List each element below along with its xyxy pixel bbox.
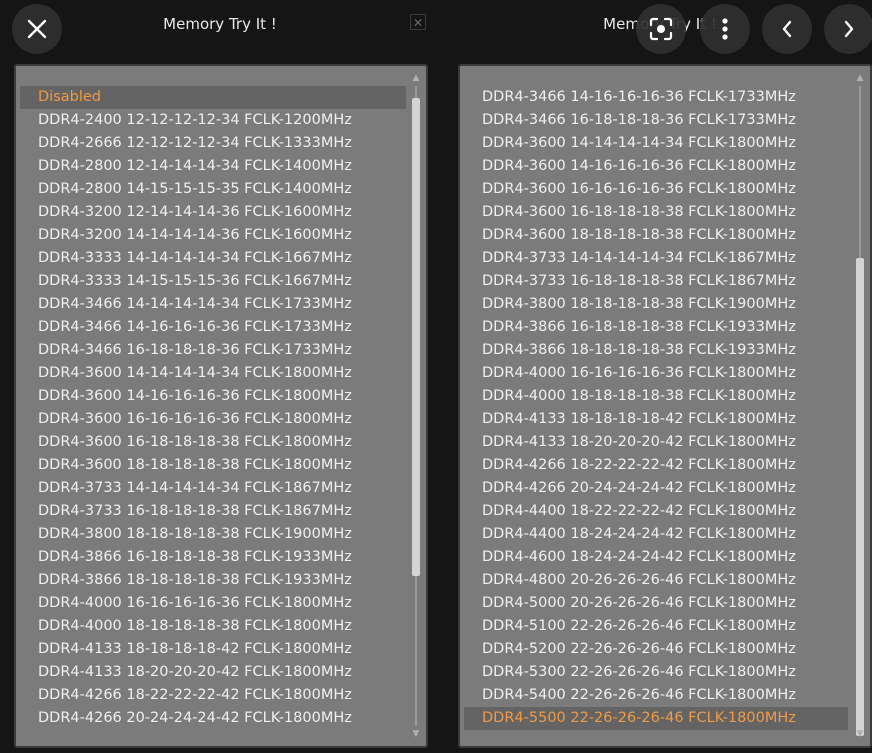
memory-profile-option[interactable]: DDR4-4266 20-24-24-24-42 FCLK-1800MHz — [20, 707, 406, 730]
right-memory-list-panel: DDR4-3466 14-16-16-16-36 FCLK-1733MHz DDR… — [458, 64, 872, 748]
memory-profile-option[interactable]: DDR4-3733 16-18-18-18-38 FCLK-1867MHz — [464, 270, 848, 293]
memory-profile-option[interactable]: DDR4-3333 14-14-14-14-34 FCLK-1667MHz — [20, 247, 406, 270]
memory-profile-option[interactable]: DDR4-3733 14-14-14-14-34 FCLK-1867MHz — [464, 247, 848, 270]
memory-profile-option[interactable]: DDR4-5500 22-26-26-26-46 FCLK-1800MHz — [464, 707, 848, 730]
more-options-button[interactable] — [700, 4, 750, 54]
more-vertical-icon — [722, 18, 728, 40]
memory-profile-option[interactable]: DDR4-3466 14-14-14-14-34 FCLK-1733MHz — [20, 293, 406, 316]
memory-profile-option[interactable]: DDR4-5100 22-26-26-26-46 FCLK-1800MHz — [464, 615, 848, 638]
memory-profile-option[interactable]: DDR4-4266 20-24-24-24-42 FCLK-1800MHz — [464, 477, 848, 500]
memory-profile-option[interactable]: DDR4-3600 16-16-16-16-36 FCLK-1800MHz — [20, 408, 406, 431]
lens-icon — [649, 17, 673, 41]
memory-profile-option[interactable]: DDR4-3600 14-16-16-16-36 FCLK-1800MHz — [20, 385, 406, 408]
memory-profile-option[interactable]: DDR4-3333 14-15-15-15-36 FCLK-1667MHz — [20, 270, 406, 293]
left-dialog-title: Memory Try It ! — [163, 15, 277, 33]
chevron-left-icon — [782, 20, 792, 38]
memory-profile-option[interactable]: DDR4-5200 22-26-26-26-46 FCLK-1800MHz — [464, 638, 848, 661]
memory-profile-option[interactable]: DDR4-3466 14-16-16-16-36 FCLK-1733MHz — [464, 86, 848, 109]
close-button[interactable] — [12, 4, 62, 54]
left-scrollbar[interactable]: ▲ ▼ — [410, 72, 422, 740]
memory-profile-option[interactable]: DDR4-2400 12-12-12-12-34 FCLK-1200MHz — [20, 109, 406, 132]
memory-profile-option[interactable]: DDR4-3866 16-18-18-18-38 FCLK-1933MHz — [464, 316, 848, 339]
close-icon — [27, 19, 47, 39]
memory-profile-option[interactable]: DDR4-4600 18-24-24-24-42 FCLK-1800MHz — [464, 546, 848, 569]
memory-profile-option[interactable]: DDR4-5000 20-26-26-26-46 FCLK-1800MHz — [464, 592, 848, 615]
scroll-up-arrow-icon[interactable]: ▲ — [410, 72, 422, 84]
memory-profile-option[interactable]: DDR4-3733 16-18-18-18-38 FCLK-1867MHz — [20, 500, 406, 523]
memory-profile-option[interactable]: DDR4-4266 18-22-22-22-42 FCLK-1800MHz — [464, 454, 848, 477]
memory-profile-option[interactable]: DDR4-3600 14-14-14-14-34 FCLK-1800MHz — [20, 362, 406, 385]
memory-profile-option[interactable]: DDR4-4000 16-16-16-16-36 FCLK-1800MHz — [464, 362, 848, 385]
memory-profile-option[interactable]: DDR4-4133 18-18-18-18-42 FCLK-1800MHz — [464, 408, 848, 431]
memory-profile-option[interactable]: DDR4-4133 18-20-20-20-42 FCLK-1800MHz — [464, 431, 848, 454]
memory-profile-option[interactable]: DDR4-4000 18-18-18-18-38 FCLK-1800MHz — [464, 385, 848, 408]
memory-profile-option[interactable]: DDR4-2800 12-14-14-14-34 FCLK-1400MHz — [20, 155, 406, 178]
scroll-down-arrow-icon[interactable]: ▼ — [410, 728, 422, 740]
previous-button[interactable] — [762, 4, 812, 54]
scrollbar-thumb[interactable] — [856, 258, 864, 736]
memory-profile-option[interactable]: DDR4-3800 18-18-18-18-38 FCLK-1900MHz — [20, 523, 406, 546]
memory-profile-option[interactable]: DDR4-3733 14-14-14-14-34 FCLK-1867MHz — [20, 477, 406, 500]
memory-profile-option[interactable]: DDR4-3466 16-18-18-18-36 FCLK-1733MHz — [464, 109, 848, 132]
memory-profile-option[interactable]: DDR4-4800 20-26-26-26-46 FCLK-1800MHz — [464, 569, 848, 592]
left-dialog-close-button[interactable]: ✕ — [410, 14, 426, 30]
memory-profile-option[interactable]: DDR4-3866 18-18-18-18-38 FCLK-1933MHz — [464, 339, 848, 362]
right-memory-list: DDR4-3466 14-16-16-16-36 FCLK-1733MHz DDR… — [464, 86, 848, 730]
lens-button[interactable] — [636, 4, 686, 54]
memory-profile-option[interactable]: DDR4-4266 18-22-22-22-42 FCLK-1800MHz — [20, 684, 406, 707]
memory-profile-option[interactable]: DDR4-4000 16-16-16-16-36 FCLK-1800MHz — [20, 592, 406, 615]
memory-profile-option[interactable]: DDR4-3600 14-16-16-16-36 FCLK-1800MHz — [464, 155, 848, 178]
scroll-down-arrow-icon[interactable]: ▼ — [854, 728, 866, 740]
memory-profile-option[interactable]: DDR4-3600 18-18-18-18-38 FCLK-1800MHz — [20, 454, 406, 477]
memory-profile-option[interactable]: DDR4-3600 16-16-16-16-36 FCLK-1800MHz — [464, 178, 848, 201]
scrollbar-thumb[interactable] — [412, 98, 420, 576]
left-memory-list-panel: Disabled DDR4-2400 12-12-12-12-34 FCLK-12… — [14, 64, 428, 748]
memory-profile-option[interactable]: DDR4-4400 18-22-22-22-42 FCLK-1800MHz — [464, 500, 848, 523]
memory-profile-option[interactable]: DDR4-3200 14-14-14-14-36 FCLK-1600MHz — [20, 224, 406, 247]
memory-profile-option[interactable]: DDR4-3800 18-18-18-18-38 FCLK-1900MHz — [464, 293, 848, 316]
right-scrollbar[interactable]: ▲ ▼ — [854, 72, 866, 740]
memory-profile-option[interactable]: DDR4-2666 12-12-12-12-34 FCLK-1333MHz — [20, 132, 406, 155]
memory-profile-option[interactable]: DDR4-3466 16-18-18-18-36 FCLK-1733MHz — [20, 339, 406, 362]
memory-profile-option[interactable]: DDR4-4000 18-18-18-18-38 FCLK-1800MHz — [20, 615, 406, 638]
memory-profile-option[interactable]: DDR4-3466 14-16-16-16-36 FCLK-1733MHz — [20, 316, 406, 339]
memory-profile-option[interactable]: DDR4-4133 18-20-20-20-42 FCLK-1800MHz — [20, 661, 406, 684]
memory-profile-option[interactable]: DDR4-2800 14-15-15-15-35 FCLK-1400MHz — [20, 178, 406, 201]
memory-profile-option[interactable]: DDR4-5400 22-26-26-26-46 FCLK-1800MHz — [464, 684, 848, 707]
next-button[interactable] — [824, 4, 872, 54]
memory-profile-option[interactable]: DDR4-3866 18-18-18-18-38 FCLK-1933MHz — [20, 569, 406, 592]
memory-profile-option[interactable]: DDR4-4133 18-18-18-18-42 FCLK-1800MHz — [20, 638, 406, 661]
memory-profile-option[interactable]: DDR4-3600 14-14-14-14-34 FCLK-1800MHz — [464, 132, 848, 155]
memory-profile-option[interactable]: DDR4-3200 12-14-14-14-36 FCLK-1600MHz — [20, 201, 406, 224]
left-memory-list: Disabled DDR4-2400 12-12-12-12-34 FCLK-12… — [20, 86, 406, 730]
chevron-right-icon — [844, 20, 854, 38]
memory-profile-option[interactable]: DDR4-4400 18-24-24-24-42 FCLK-1800MHz — [464, 523, 848, 546]
memory-profile-option[interactable]: DDR4-5300 22-26-26-26-46 FCLK-1800MHz — [464, 661, 848, 684]
small-close-icon: ✕ — [412, 16, 424, 30]
memory-profile-option[interactable]: DDR4-3600 18-18-18-18-38 FCLK-1800MHz — [464, 224, 848, 247]
memory-profile-option[interactable]: DDR4-3866 16-18-18-18-38 FCLK-1933MHz — [20, 546, 406, 569]
memory-profile-option[interactable]: DDR4-3600 16-18-18-18-38 FCLK-1800MHz — [20, 431, 406, 454]
memory-profile-option[interactable]: DDR4-3600 16-18-18-18-38 FCLK-1800MHz — [464, 201, 848, 224]
memory-profile-option[interactable]: Disabled — [20, 86, 406, 109]
scroll-up-arrow-icon[interactable]: ▲ — [854, 72, 866, 84]
